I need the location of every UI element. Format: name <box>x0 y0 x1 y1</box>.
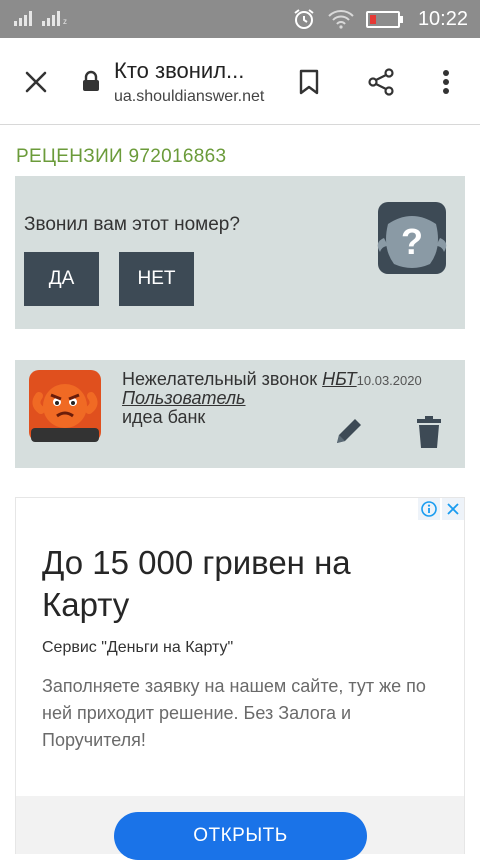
close-button[interactable] <box>14 60 58 104</box>
review-category-line: Нежелательный звонок НБТ10.03.2020 <box>122 369 422 390</box>
share-button[interactable] <box>359 60 403 104</box>
advertisement[interactable]: До 15 000 гривен на Карту Сервис "Деньги… <box>15 497 465 860</box>
clock: 10:22 <box>417 7 468 30</box>
call-question: Звонил вам этот номер? <box>24 214 240 235</box>
review-operator-link[interactable]: НБТ <box>322 369 357 389</box>
lock-icon <box>83 70 99 91</box>
signal-icon-secondary: z <box>42 10 67 26</box>
review-card: Нежелательный звонок НБТ10.03.2020 Польз… <box>15 360 465 468</box>
alarm-icon <box>294 9 314 29</box>
edit-review-button[interactable] <box>333 415 365 452</box>
ad-close-button[interactable] <box>442 498 464 520</box>
info-icon <box>421 501 437 517</box>
call-question-card: Звонил вам этот номер? ДА НЕТ ? <box>15 176 465 329</box>
reviews-heading: РЕЦЕНЗИИ 972016863 <box>16 146 227 167</box>
ad-choices <box>418 498 464 520</box>
yes-button[interactable]: ДА <box>24 252 99 306</box>
angry-caller-icon <box>29 370 101 442</box>
ad-info-button[interactable] <box>418 498 440 520</box>
signal-indicators: z <box>14 10 67 26</box>
review-category: Нежелательный звонок <box>122 369 318 389</box>
more-vert-icon <box>443 70 449 94</box>
page-url[interactable]: ua.shouldianswer.net <box>114 88 264 106</box>
no-button[interactable]: НЕТ <box>119 252 194 306</box>
bookmark-button[interactable] <box>287 60 331 104</box>
trash-icon <box>417 416 441 448</box>
more-menu-button[interactable] <box>424 60 468 104</box>
ad-advertiser: Сервис "Деньги на Карту" <box>42 639 234 656</box>
review-comment: идеа банк <box>122 407 206 427</box>
bookmark-icon <box>299 69 319 95</box>
browser-toolbar: Кто звонил... ua.shouldianswer.net <box>0 38 480 125</box>
ad-body: Заполняете заявку на нашем сайте, тут же… <box>42 676 426 750</box>
ad-headline[interactable]: До 15 000 гривен на Карту <box>42 542 422 626</box>
battery-icon <box>365 10 403 28</box>
page-title: Кто звонил... <box>114 58 245 83</box>
status-bar: z 10:22 <box>0 0 480 38</box>
close-icon <box>25 71 47 93</box>
signal-icon <box>14 10 32 26</box>
close-icon <box>447 503 459 515</box>
ad-open-button[interactable]: ОТКРЫТЬ <box>114 812 367 860</box>
delete-review-button[interactable] <box>415 415 443 454</box>
unknown-caller-icon: ? <box>377 202 447 274</box>
review-author-link[interactable]: Пользователь <box>122 388 246 409</box>
svg-text:?: ? <box>401 221 423 262</box>
review-date: 10.03.2020 <box>356 373 422 388</box>
status-right: 10:22 <box>292 0 468 38</box>
wifi-icon <box>328 10 354 29</box>
share-icon <box>368 68 394 96</box>
pencil-icon <box>337 419 361 443</box>
